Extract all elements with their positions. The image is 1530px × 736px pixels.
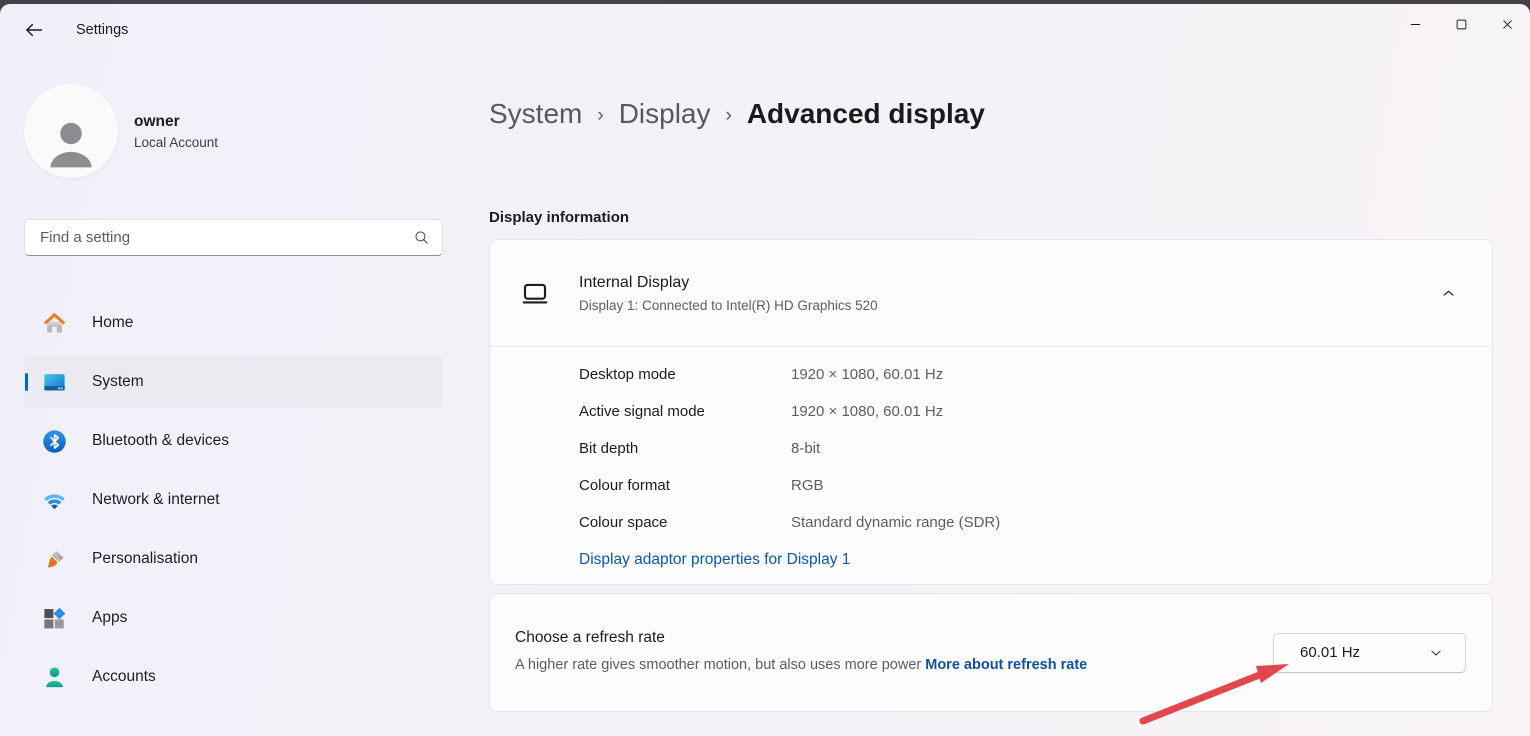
detail-row-bit-depth: Bit depth 8-bit — [579, 430, 1492, 467]
sidebar-item-bluetooth-devices[interactable]: Bluetooth & devices — [24, 415, 443, 467]
system-icon — [41, 369, 68, 396]
breadcrumb-separator-icon: › — [597, 92, 603, 136]
chevron-up-icon — [1441, 286, 1456, 301]
display-title: Internal Display — [579, 274, 878, 292]
breadcrumb-system[interactable]: System — [489, 94, 582, 134]
detail-label: Desktop mode — [579, 366, 791, 383]
detail-row-colour-format: Colour format RGB — [579, 467, 1492, 504]
user-account[interactable]: owner Local Account — [24, 84, 443, 178]
sidebar: owner Local Account Home — [0, 56, 467, 736]
avatar — [24, 84, 118, 178]
personalisation-icon — [41, 546, 68, 573]
detail-row-colour-space: Colour space Standard dynamic range (SDR… — [579, 504, 1492, 541]
app-title: Settings — [76, 22, 128, 38]
page-title: Advanced display — [747, 94, 985, 134]
minimize-icon — [1408, 17, 1423, 32]
display-subtitle: Display 1: Connected to Intel(R) HD Grap… — [579, 298, 878, 313]
network-icon — [41, 487, 68, 514]
sidebar-item-label: Personalisation — [92, 550, 198, 568]
search-box — [24, 219, 443, 256]
more-about-refresh-rate-link[interactable]: More about refresh rate — [925, 657, 1087, 673]
back-button[interactable] — [14, 12, 54, 48]
apps-icon — [41, 605, 68, 632]
detail-label: Colour format — [579, 477, 791, 494]
sidebar-nav: Home System — [24, 297, 443, 703]
refresh-rate-card: Choose a refresh rate A higher rate give… — [489, 593, 1493, 712]
accounts-icon — [41, 664, 68, 691]
settings-window: Settings owner Local Account — [0, 4, 1530, 736]
selection-indicator — [25, 373, 28, 391]
display-card-header[interactable]: Internal Display Display 1: Connected to… — [490, 240, 1492, 347]
display-details: Desktop mode 1920 × 1080, 60.01 Hz Activ… — [490, 347, 1492, 584]
sidebar-item-label: Bluetooth & devices — [92, 432, 229, 450]
refresh-rate-description-text: A higher rate gives smoother motion, but… — [515, 657, 921, 673]
detail-label: Bit depth — [579, 440, 791, 457]
back-arrow-icon — [24, 20, 44, 40]
detail-value: 8-bit — [791, 440, 820, 457]
refresh-rate-value: 60.01 Hz — [1300, 644, 1360, 661]
sidebar-item-label: Home — [92, 314, 133, 332]
person-icon — [43, 116, 99, 172]
titlebar: Settings — [0, 4, 1530, 56]
breadcrumb-display[interactable]: Display — [619, 94, 711, 134]
sidebar-item-apps[interactable]: Apps — [24, 592, 443, 644]
detail-row-active-signal-mode: Active signal mode 1920 × 1080, 60.01 Hz — [579, 393, 1492, 430]
close-button[interactable] — [1484, 4, 1530, 44]
sidebar-item-accounts[interactable]: Accounts — [24, 651, 443, 703]
user-name: owner — [134, 113, 218, 131]
bluetooth-icon — [41, 428, 68, 455]
detail-value: 1920 × 1080, 60.01 Hz — [791, 366, 943, 383]
user-type: Local Account — [134, 135, 218, 150]
refresh-rate-description: A higher rate gives smoother motion, but… — [515, 654, 1190, 676]
main-content: System › Display › Advanced display Disp… — [467, 56, 1530, 736]
sidebar-item-label: Apps — [92, 609, 127, 627]
collapse-button[interactable] — [1432, 277, 1464, 309]
maximize-icon — [1454, 17, 1469, 32]
search-input[interactable] — [40, 229, 413, 246]
section-title: Display information — [489, 208, 1493, 228]
breadcrumb-separator-icon: › — [726, 92, 732, 136]
refresh-rate-title: Choose a refresh rate — [515, 629, 1190, 647]
detail-value: 1920 × 1080, 60.01 Hz — [791, 403, 943, 420]
maximize-button[interactable] — [1438, 4, 1484, 44]
close-icon — [1500, 17, 1515, 32]
sidebar-item-label: Network & internet — [92, 491, 220, 509]
refresh-rate-dropdown[interactable]: 60.01 Hz — [1273, 633, 1466, 673]
minimize-button[interactable] — [1392, 4, 1438, 44]
display-adaptor-properties-link[interactable]: Display adaptor properties for Display 1 — [579, 551, 850, 569]
search-icon — [413, 229, 430, 246]
window-controls — [1392, 4, 1530, 56]
sidebar-item-label: System — [92, 373, 144, 391]
sidebar-item-network-internet[interactable]: Network & internet — [24, 474, 443, 526]
detail-row-desktop-mode: Desktop mode 1920 × 1080, 60.01 Hz — [579, 356, 1492, 393]
monitor-icon — [520, 278, 550, 308]
detail-value: Standard dynamic range (SDR) — [791, 514, 1000, 531]
sidebar-item-system[interactable]: System — [24, 356, 443, 408]
home-icon — [41, 310, 68, 337]
sidebar-item-personalisation[interactable]: Personalisation — [24, 533, 443, 585]
detail-label: Colour space — [579, 514, 791, 531]
detail-value: RGB — [791, 477, 824, 494]
detail-label: Active signal mode — [579, 403, 791, 420]
display-info-card: Internal Display Display 1: Connected to… — [489, 239, 1493, 585]
sidebar-item-label: Accounts — [92, 668, 156, 686]
sidebar-item-home[interactable]: Home — [24, 297, 443, 349]
chevron-down-icon — [1429, 646, 1443, 660]
breadcrumb: System › Display › Advanced display — [489, 92, 1493, 136]
